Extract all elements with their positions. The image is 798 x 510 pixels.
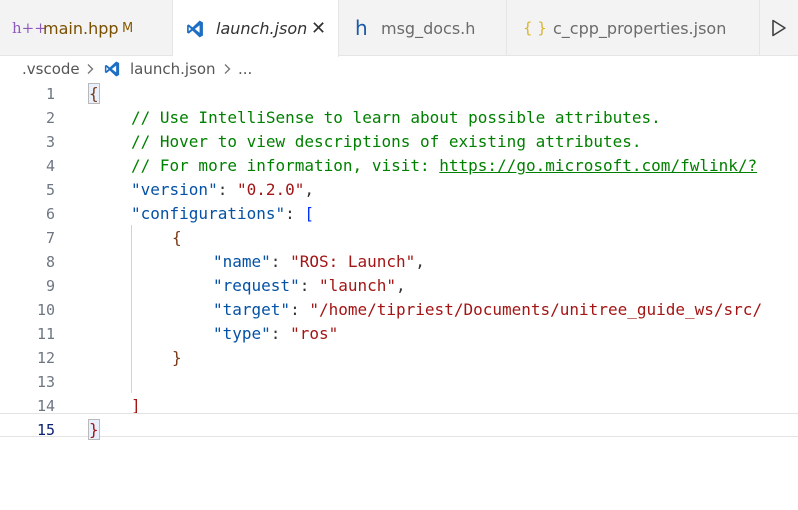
tab-label: msg_docs.h: [381, 18, 476, 38]
tab-c-cpp-properties-json[interactable]: { } c_cpp_properties.json: [507, 0, 760, 56]
json-string: "ros": [290, 324, 339, 343]
vscode-icon: [185, 0, 205, 57]
json-brace: {: [172, 228, 182, 247]
json-brace: }: [172, 348, 182, 367]
line-number: 5: [45, 181, 55, 199]
line-number: 15: [36, 421, 55, 439]
line-number: 3: [45, 133, 55, 151]
code-comment: // For more information, visit:: [131, 156, 440, 175]
json-comma: ,: [415, 252, 425, 271]
cpp-header-icon: h++: [12, 19, 47, 37]
code-line: 6 "configurations": [: [0, 202, 798, 226]
json-colon: :: [299, 276, 319, 295]
json-colon: :: [217, 180, 237, 199]
json-brace: }: [88, 419, 100, 440]
tab-label: c_cpp_properties.json: [553, 18, 727, 38]
code-link[interactable]: https://go.microsoft.com/fwlink/?: [439, 156, 757, 175]
json-key: "type": [213, 324, 271, 343]
json-colon: :: [270, 252, 291, 271]
code-editor[interactable]: 1 { 2 // Use IntelliSense to learn about…: [0, 81, 798, 458]
json-string: "ROS: Launch": [290, 252, 416, 271]
close-icon[interactable]: ✕: [311, 0, 326, 57]
line-number: 1: [45, 85, 55, 103]
code-line: 12 }: [0, 346, 798, 370]
line-number: 11: [36, 325, 55, 343]
tab-launch-json[interactable]: launch.json ✕: [173, 0, 339, 57]
breadcrumb-file[interactable]: launch.json: [130, 57, 216, 81]
play-icon: [772, 19, 786, 37]
breadcrumb: .vscode launch.json ...: [0, 57, 798, 81]
line-number: 12: [36, 349, 55, 367]
json-string: "/home/tipriest/Documents/unitree_guide_…: [309, 300, 763, 319]
json-colon: :: [285, 204, 305, 223]
chevron-right-icon: [222, 57, 232, 81]
json-brace: {: [88, 83, 100, 104]
breadcrumb-folder[interactable]: .vscode: [22, 57, 80, 81]
code-line: 2 // Use IntelliSense to learn about pos…: [0, 106, 798, 130]
line-number: 13: [36, 373, 55, 391]
json-string: "0.2.0": [236, 180, 305, 199]
run-button[interactable]: [760, 0, 798, 56]
modified-badge: M: [122, 20, 134, 36]
current-line: 15 }: [0, 413, 798, 440]
json-colon: :: [290, 300, 310, 319]
tab-label: main.hpp: [43, 18, 119, 38]
code-line: 9 "request": "launch",: [0, 274, 798, 298]
tab-msg-docs-h[interactable]: h msg_docs.h: [339, 0, 507, 56]
editor-tab-bar: h++ main.hpp M launch.json ✕ h msg_docs.…: [0, 0, 798, 57]
code-line: 4 // For more information, visit: https:…: [0, 154, 798, 178]
code-line: 10 "target": "/home/tipriest/Documents/u…: [0, 298, 798, 322]
breadcrumb-symbol[interactable]: ...: [238, 57, 252, 81]
line-number: 4: [45, 157, 55, 175]
json-key: "version": [131, 180, 218, 199]
code-line: 1 {: [0, 82, 798, 106]
vscode-icon: [103, 57, 121, 81]
line-number: 6: [45, 205, 55, 223]
json-key: "target": [213, 300, 291, 319]
json-string: "launch": [318, 276, 397, 295]
json-key: "request": [213, 276, 300, 295]
tab-main-hpp[interactable]: h++ main.hpp M: [0, 0, 173, 56]
c-header-icon: h: [355, 16, 368, 40]
line-number: 10: [36, 301, 55, 319]
code-line: 7 {: [0, 226, 798, 250]
json-key: "configurations": [131, 204, 286, 223]
json-icon: { }: [523, 19, 547, 37]
chevron-right-icon: [85, 57, 95, 81]
json-key: "name": [213, 252, 271, 271]
code-comment: // Hover to view descriptions of existin…: [131, 132, 642, 151]
code-line: 11 "type": "ros": [0, 322, 798, 346]
json-bracket: [: [304, 204, 315, 223]
tab-label: launch.json: [216, 19, 308, 38]
code-line: 5 "version": "0.2.0",: [0, 178, 798, 202]
code-line: 13: [0, 370, 798, 394]
code-line: 8 "name": "ROS: Launch",: [0, 250, 798, 274]
json-colon: :: [270, 324, 291, 343]
json-comma: ,: [396, 276, 406, 295]
line-number: 2: [45, 109, 55, 127]
line-number: 8: [45, 253, 55, 271]
json-comma: ,: [304, 180, 315, 199]
line-number: 9: [45, 277, 55, 295]
code-comment: // Use IntelliSense to learn about possi…: [131, 108, 661, 127]
code-line: 3 // Hover to view descriptions of exist…: [0, 130, 798, 154]
line-number: 7: [45, 229, 55, 247]
